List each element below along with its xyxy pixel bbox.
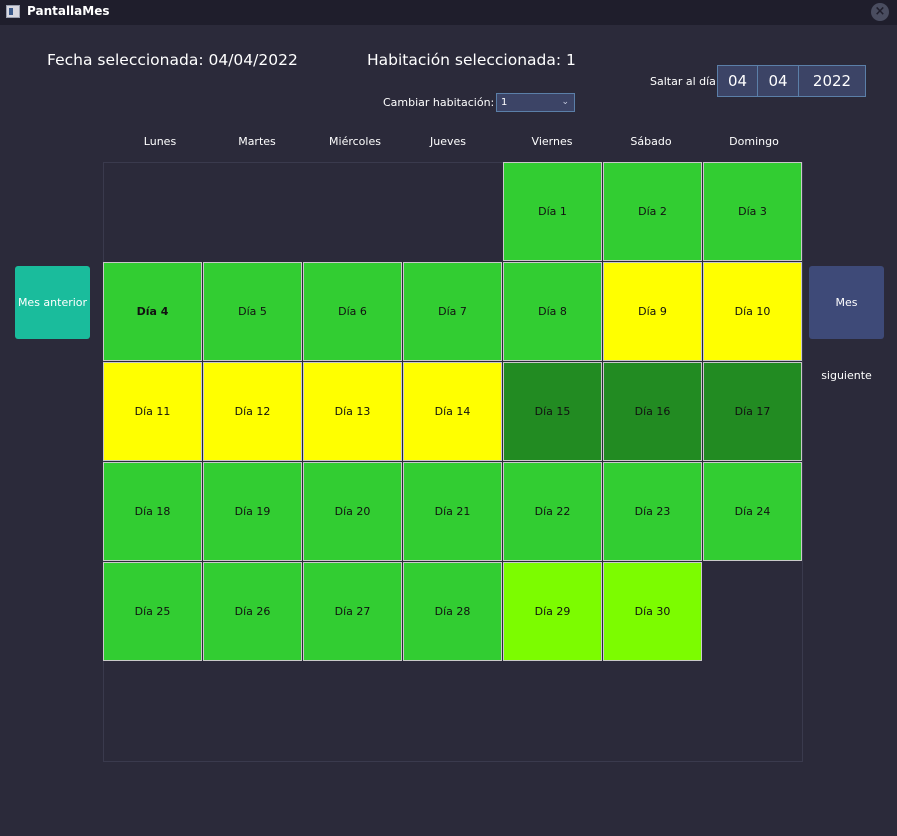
calendar-day[interactable]: Día 14 <box>403 362 502 461</box>
calendar-day[interactable]: Día 21 <box>403 462 502 561</box>
calendar-day[interactable]: Día 10 <box>703 262 802 361</box>
calendar-day[interactable]: Día 27 <box>303 562 402 661</box>
calendar-day[interactable]: Día 17 <box>703 362 802 461</box>
calendar-day[interactable]: Día 3 <box>703 162 802 261</box>
window-title: PantallaMes <box>27 4 110 18</box>
calendar-day[interactable]: Día 23 <box>603 462 702 561</box>
next-month-button[interactable]: Mes siguiente <box>809 266 884 382</box>
calendar-day[interactable]: Día 19 <box>203 462 302 561</box>
jump-day-field[interactable]: 04 <box>717 65 758 97</box>
room-select-value: 1 <box>501 97 508 108</box>
jump-to-day-label: Saltar al día: <box>650 75 720 88</box>
calendar-day[interactable]: Día 24 <box>703 462 802 561</box>
calendar-day[interactable]: Día 12 <box>203 362 302 461</box>
app-icon <box>6 5 20 18</box>
calendar-day[interactable]: Día 6 <box>303 262 402 361</box>
calendar-day[interactable]: Día 22 <box>503 462 602 561</box>
weekday-sunday: Domingo <box>729 135 779 148</box>
calendar-day[interactable]: Día 16 <box>603 362 702 461</box>
selected-room-label: Habitación seleccionada: 1 <box>367 51 576 69</box>
calendar-day[interactable]: Día 9 <box>603 262 702 361</box>
selected-date-label: Fecha seleccionada: 04/04/2022 <box>47 51 298 69</box>
weekday-wednesday: Miércoles <box>329 135 381 148</box>
calendar-day[interactable]: Día 20 <box>303 462 402 561</box>
calendar-day[interactable]: Día 7 <box>403 262 502 361</box>
calendar-day[interactable]: Día 13 <box>303 362 402 461</box>
calendar-day[interactable]: Día 4 <box>103 262 202 361</box>
calendar-day[interactable]: Día 30 <box>603 562 702 661</box>
calendar-day[interactable]: Día 18 <box>103 462 202 561</box>
weekday-saturday: Sábado <box>630 135 672 148</box>
calendar-day[interactable]: Día 28 <box>403 562 502 661</box>
previous-month-button[interactable]: Mes anterior <box>15 266 90 339</box>
title-bar: PantallaMes × <box>0 0 897 25</box>
weekday-thursday: Jueves <box>430 135 466 148</box>
weekday-monday: Lunes <box>143 135 177 148</box>
room-select[interactable]: 1 ⌄ <box>496 93 575 112</box>
calendar-day[interactable]: Día 1 <box>503 162 602 261</box>
change-room-label: Cambiar habitación: <box>383 96 495 109</box>
weekday-tuesday: Martes <box>238 135 276 148</box>
weekday-friday: Viernes <box>531 135 573 148</box>
calendar-day[interactable]: Día 11 <box>103 362 202 461</box>
calendar-day[interactable]: Día 8 <box>503 262 602 361</box>
chevron-down-icon: ⌄ <box>561 97 569 107</box>
calendar-day[interactable]: Día 26 <box>203 562 302 661</box>
calendar-day[interactable]: Día 2 <box>603 162 702 261</box>
jump-year-field[interactable]: 2022 <box>798 65 866 97</box>
jump-month-field[interactable]: 04 <box>757 65 799 97</box>
calendar-day[interactable]: Día 25 <box>103 562 202 661</box>
close-icon[interactable]: × <box>871 3 889 21</box>
calendar-day[interactable]: Día 15 <box>503 362 602 461</box>
calendar-day[interactable]: Día 5 <box>203 262 302 361</box>
calendar-day[interactable]: Día 29 <box>503 562 602 661</box>
